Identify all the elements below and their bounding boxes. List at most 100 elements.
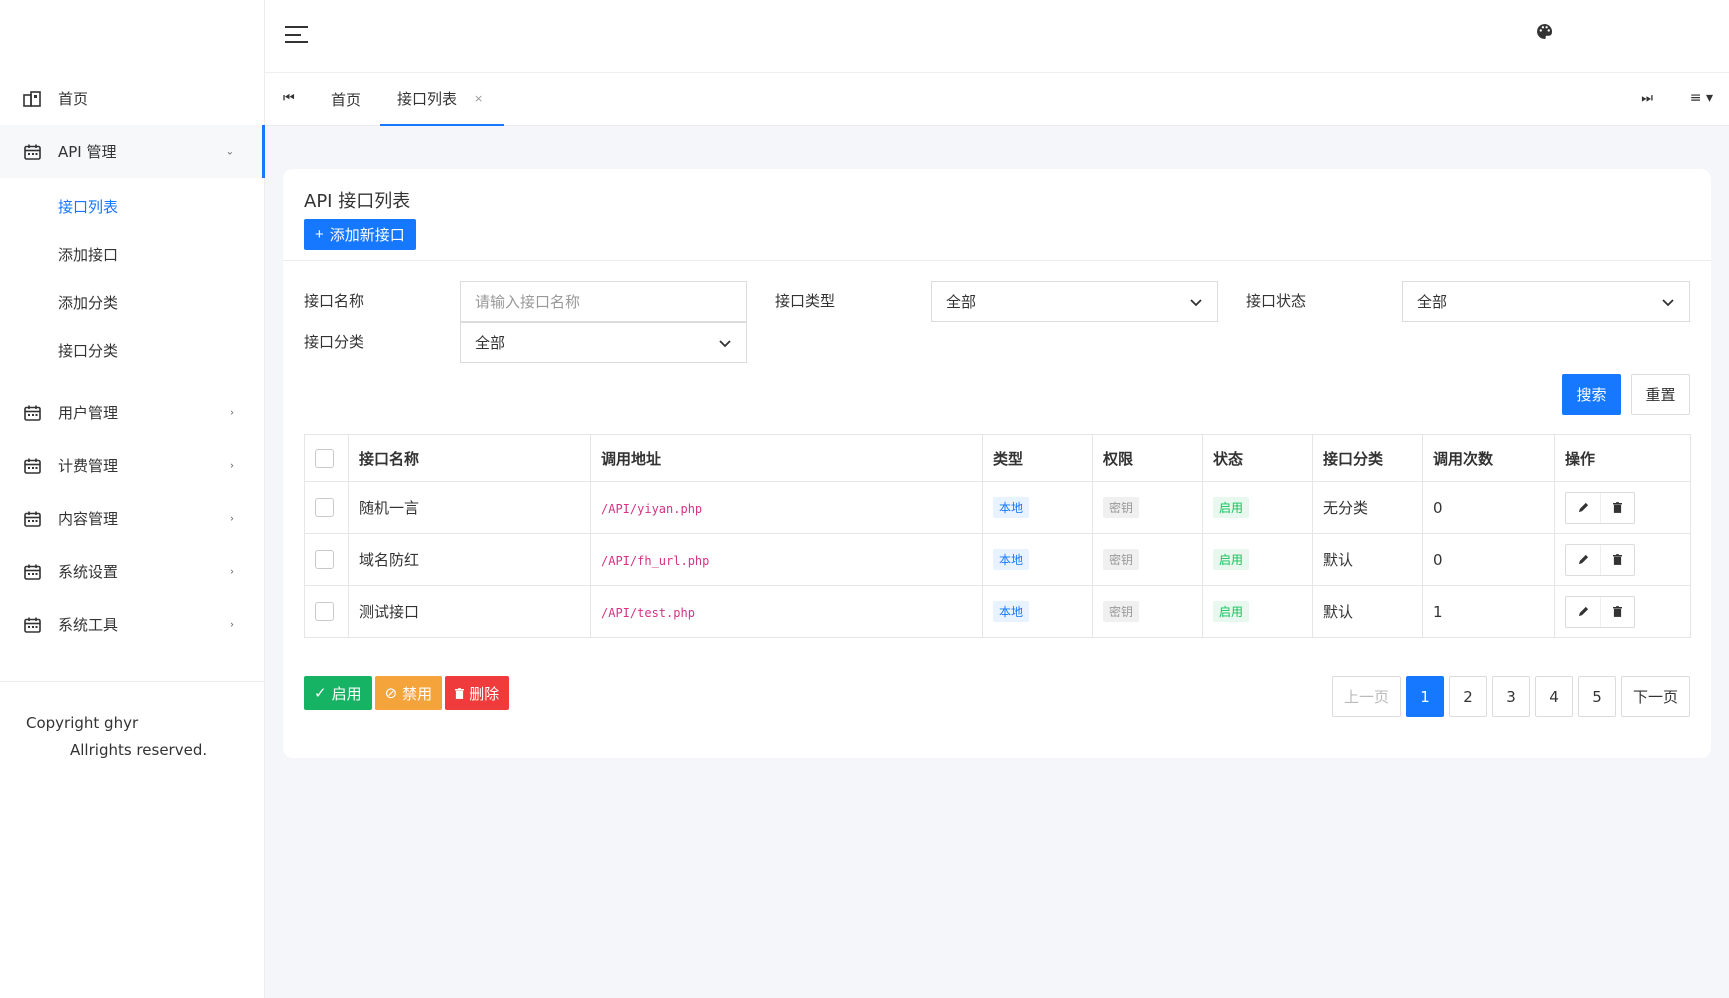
- calendar-icon: [22, 404, 42, 422]
- category-cell: 默认: [1312, 585, 1423, 638]
- button-label: 删除: [469, 684, 500, 703]
- chevron-down-icon: [1190, 299, 1202, 307]
- page-button-4[interactable]: 4: [1534, 676, 1573, 717]
- sidebar-item-label: 系统设置: [58, 563, 119, 581]
- palette-icon[interactable]: [1536, 23, 1553, 40]
- sidebar-item-tools[interactable]: 系统工具 ›: [0, 598, 264, 651]
- skip-back-icon[interactable]: ⏮: [283, 91, 295, 106]
- column-header: 接口分类: [1312, 434, 1423, 482]
- tabs-bar: ⏮ 首页 接口列表 × ⏭ ≡ ▾: [265, 73, 1729, 126]
- api-name-cell: 随机一言: [348, 481, 591, 534]
- tab-api-list[interactable]: 接口列表 ×: [380, 73, 504, 126]
- edit-button[interactable]: [1566, 493, 1600, 523]
- copyright-text: Copyright ghyr: [26, 714, 139, 732]
- api-table: 接口名称 调用地址 类型 权限 状态 接口分类 调用次数 操作 随机一言 /AP…: [304, 434, 1691, 638]
- copyright-text: rights reserved.: [88, 741, 208, 759]
- sidebar-item-settings[interactable]: 系统设置 ›: [0, 545, 264, 598]
- column-header: 操作: [1554, 434, 1691, 482]
- delete-row-button[interactable]: [1600, 596, 1634, 627]
- type-badge: 本地: [993, 601, 1030, 622]
- pagination: 上一页 1 2 3 4 5 下一页: [1331, 676, 1690, 717]
- type-cell: 本地: [982, 481, 1093, 534]
- logo-area: [0, 0, 264, 72]
- next-page-button[interactable]: 下一页: [1620, 676, 1690, 717]
- sidebar-item-label: 内容管理: [58, 510, 119, 528]
- api-category-select[interactable]: 全部: [460, 322, 747, 363]
- api-url: /API/test.php: [601, 605, 695, 620]
- tab-home[interactable]: 首页: [331, 73, 361, 126]
- column-header: 类型: [982, 434, 1093, 482]
- type-badge: 本地: [993, 497, 1030, 518]
- add-api-button[interactable]: + 添加新接口: [304, 219, 416, 250]
- copyright: Copyright ghyr All rights reserved.: [0, 682, 264, 764]
- perm-cell: 密钥: [1092, 481, 1203, 534]
- calendar-icon: [22, 510, 42, 528]
- prev-page-button[interactable]: 上一页: [1331, 676, 1401, 717]
- select-all-cell: [304, 434, 349, 482]
- api-url-cell: /API/fh_url.php: [590, 533, 983, 586]
- pencil-icon: [1578, 554, 1588, 565]
- api-status-select[interactable]: 全部: [1402, 281, 1690, 322]
- chevron-right-icon: ›: [230, 460, 234, 471]
- sidebar-item-api[interactable]: API 管理 ⌄: [0, 125, 265, 178]
- trash-icon: [455, 687, 465, 699]
- delete-row-button[interactable]: [1600, 544, 1634, 575]
- button-label: 添加新接口: [329, 227, 405, 244]
- perm-cell: 密钥: [1092, 533, 1203, 586]
- row-actions: [1565, 595, 1635, 628]
- sidebar: 首页 API 管理 ⌄ 接口列表 添加接口 添加分类 接口分类 用户管理 › 计…: [0, 0, 265, 998]
- sidebar-item-content[interactable]: 内容管理 ›: [0, 492, 264, 545]
- select-value: 全部: [946, 293, 977, 311]
- sidebar-item-home[interactable]: 首页: [0, 72, 264, 125]
- batch-enable-button[interactable]: ✓ 启用: [304, 676, 372, 710]
- calendar-icon: [22, 563, 42, 581]
- sidebar-subitem-add-category[interactable]: 添加分类: [0, 278, 264, 326]
- page-button-5[interactable]: 5: [1577, 676, 1616, 717]
- delete-row-button[interactable]: [1600, 492, 1634, 523]
- status-cell: 启用: [1202, 481, 1313, 534]
- batch-disable-button[interactable]: ⊘ 禁用: [374, 676, 443, 710]
- sidebar-item-users[interactable]: 用户管理 ›: [0, 386, 264, 439]
- page-button-1[interactable]: 1: [1405, 676, 1444, 717]
- tab-menu-icon[interactable]: ≡ ▾: [1690, 90, 1713, 106]
- page-button-3[interactable]: 3: [1491, 676, 1530, 717]
- close-icon[interactable]: ×: [474, 92, 483, 105]
- skip-forward-icon[interactable]: ⏭: [1641, 91, 1653, 106]
- status-badge: 启用: [1213, 497, 1250, 518]
- edit-button[interactable]: [1566, 545, 1600, 575]
- table-header-row: 接口名称 调用地址 类型 权限 状态 接口分类 调用次数 操作: [304, 434, 1691, 482]
- sidebar-subitem-api-category[interactable]: 接口分类: [0, 326, 264, 374]
- select-all-checkbox[interactable]: [315, 448, 334, 468]
- table-row: 测试接口 /API/test.php 本地 密钥 启用 默认 1: [304, 585, 1691, 638]
- batch-actions: ✓ 启用 ⊘ 禁用 删除: [304, 676, 510, 710]
- chevron-down-icon: [1662, 299, 1674, 307]
- type-badge: 本地: [993, 549, 1030, 570]
- sidebar-subitem-add-api[interactable]: 添加接口: [0, 230, 264, 278]
- edit-button[interactable]: [1566, 597, 1600, 627]
- chevron-down-icon: ⌄: [225, 146, 234, 157]
- api-name-input[interactable]: 请输入接口名称: [460, 281, 747, 322]
- sidebar-subitem-api-list[interactable]: 接口列表: [0, 182, 264, 230]
- batch-delete-button[interactable]: 删除: [445, 676, 510, 710]
- sidebar-item-billing[interactable]: 计费管理 ›: [0, 439, 264, 492]
- column-header: 权限: [1092, 434, 1203, 482]
- row-checkbox[interactable]: [315, 602, 334, 621]
- api-type-select[interactable]: 全部: [931, 281, 1218, 322]
- api-url-cell: /API/yiyan.php: [590, 481, 983, 534]
- page-button-2[interactable]: 2: [1448, 676, 1487, 717]
- sidebar-item-label: 系统工具: [58, 616, 119, 634]
- row-checkbox[interactable]: [315, 550, 334, 569]
- status-badge: 启用: [1213, 601, 1250, 622]
- pencil-icon: [1578, 606, 1588, 617]
- calls-cell: 0: [1422, 533, 1555, 586]
- search-button[interactable]: 搜索: [1562, 374, 1621, 415]
- check-icon: ✓: [314, 684, 327, 702]
- status-cell: 启用: [1202, 533, 1313, 586]
- api-name-cell: 测试接口: [348, 585, 591, 638]
- row-actions: [1565, 491, 1635, 524]
- select-value: 全部: [475, 334, 506, 352]
- category-cell: 默认: [1312, 533, 1423, 586]
- reset-button[interactable]: 重置: [1631, 374, 1690, 415]
- row-checkbox[interactable]: [315, 498, 334, 517]
- menu-toggle-icon[interactable]: [285, 26, 308, 43]
